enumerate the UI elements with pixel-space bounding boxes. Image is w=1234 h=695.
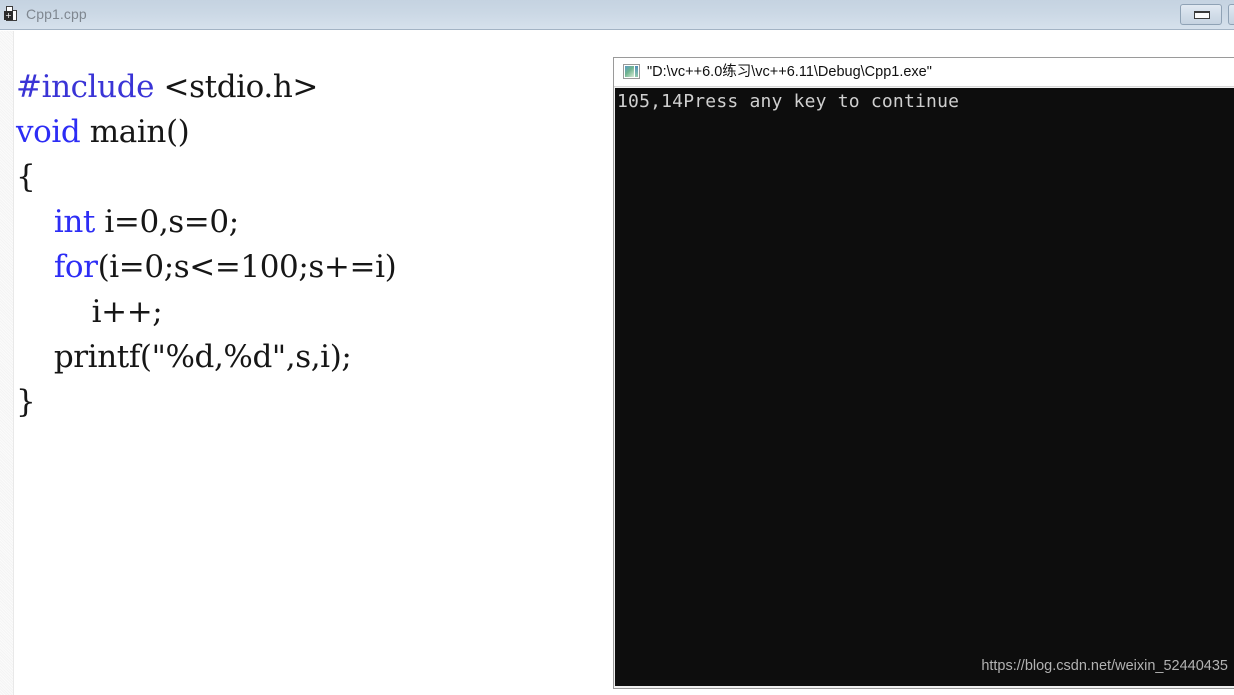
source-code[interactable]: #include <stdio.h> void main() { int i=0…	[16, 65, 397, 425]
console-title: "D:\vc++6.0练习\vc++6.11\Debug\Cpp1.exe"	[647, 64, 932, 80]
console-window-icon	[623, 64, 640, 79]
console-window[interactable]: "D:\vc++6.0练习\vc++6.11\Debug\Cpp1.exe" 1…	[613, 57, 1234, 689]
selection-margin[interactable]	[0, 31, 14, 695]
watermark-text: https://blog.csdn.net/weixin_52440435	[981, 658, 1228, 674]
screen-root: + Cpp1.cpp #include <stdio.h> void main(…	[0, 0, 1234, 695]
cpp-source-file-icon: +	[4, 6, 20, 23]
restore-button[interactable]	[1180, 4, 1222, 25]
console-titlebar: "D:\vc++6.0练习\vc++6.11\Debug\Cpp1.exe"	[614, 58, 1234, 87]
console-output-line: 105,14Press any key to continue	[617, 91, 960, 112]
window-titlebar: + Cpp1.cpp	[0, 0, 1234, 30]
window-title: Cpp1.cpp	[26, 6, 87, 22]
console-output-area[interactable]: 105,14Press any key to continue https://…	[615, 88, 1234, 686]
restore-icon	[1194, 11, 1210, 19]
close-button[interactable]	[1228, 4, 1234, 25]
